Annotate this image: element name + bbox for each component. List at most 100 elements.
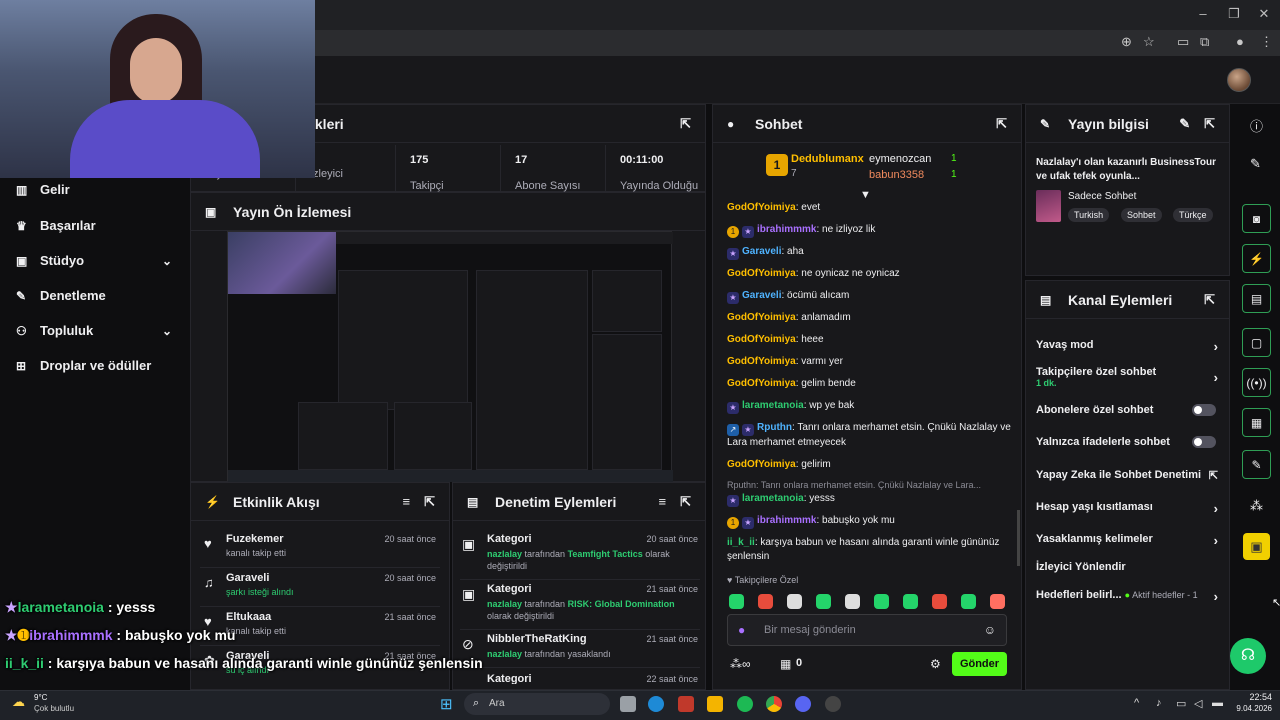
popout-icon[interactable]: ⇱	[996, 116, 1007, 132]
chrome-icon[interactable]	[766, 696, 782, 712]
support-icon[interactable]: ☊	[1230, 638, 1266, 674]
top-gifter-badge: 1	[766, 154, 788, 176]
tag[interactable]: Turkish	[1068, 208, 1110, 222]
microphone-icon[interactable]: ♪	[1156, 697, 1162, 709]
emote[interactable]	[816, 594, 831, 609]
bolt-icon[interactable]: ⚡	[1242, 244, 1271, 273]
popout-icon[interactable]: ⇱	[680, 116, 691, 132]
extensions-icon[interactable]: ⧉	[1200, 34, 1209, 50]
filter-icon[interactable]: ≡	[403, 494, 411, 509]
emote[interactable]	[961, 594, 976, 609]
send-button[interactable]: Gönder	[952, 652, 1007, 676]
chevron-right-icon: ›	[1213, 501, 1218, 516]
edge-icon[interactable]	[648, 696, 664, 712]
sidebar-item-topluluk[interactable]: ⚇ Topluluk ⌄	[16, 323, 176, 338]
app-icon[interactable]	[678, 696, 694, 712]
info-icon[interactable]: ⓘ	[1250, 116, 1263, 135]
sidebar-item-droplar[interactable]: ⊞ Droplar ve ödüller	[16, 358, 176, 373]
emote[interactable]	[932, 594, 947, 609]
list-item: ♥ Fuzekemer kanalı takip etti 20 saat ön…	[200, 530, 440, 568]
emote[interactable]	[729, 594, 744, 609]
battery-icon[interactable]: ▬	[1212, 697, 1223, 709]
avatar[interactable]	[1227, 68, 1251, 92]
emote[interactable]	[845, 594, 860, 609]
sidebar-item-studyo[interactable]: ▣ Stüdyo ⌄	[16, 253, 176, 268]
followers-chat-row[interactable]: Takipçilere özel sohbet › 1 dk.	[1036, 366, 1218, 388]
emote[interactable]	[758, 594, 773, 609]
chat-message: ★ larametanoia: yesss	[727, 492, 1017, 507]
edit-icon[interactable]: ✎	[1179, 116, 1190, 132]
goals-row[interactable]: Hedefleri belirl... ● Aktif hedefler - 1…	[1036, 589, 1218, 604]
ai-moderation-row[interactable]: Yapay Zeka ile Sohbet Denetimi ⇱	[1036, 469, 1218, 482]
emote-only-toggle[interactable]	[1192, 436, 1216, 448]
raid-row[interactable]: İzleyici Yönlendir	[1036, 561, 1218, 573]
channel-icon: ▤	[1040, 292, 1052, 307]
discord-icon[interactable]	[795, 696, 811, 712]
tag[interactable]: Sohbet	[1121, 208, 1162, 222]
tray-chevron-icon[interactable]: ^	[1134, 697, 1139, 709]
points-icon[interactable]: ⁂∞	[730, 657, 751, 671]
sidebar-item-basarilar[interactable]: ♛ Başarılar	[16, 218, 176, 233]
banned-words-row[interactable]: Yasaklanmış kelimeler ›	[1036, 533, 1218, 548]
stream-preview-video[interactable]	[227, 231, 673, 482]
chat-scrollbar[interactable]	[1017, 510, 1020, 566]
gear-icon[interactable]: ⚙	[930, 657, 941, 671]
task-view-icon[interactable]	[620, 696, 636, 712]
record-icon[interactable]: ◙	[1242, 204, 1271, 233]
heart-icon: ♥	[727, 575, 735, 585]
maximize-icon[interactable]: ❐	[1224, 6, 1244, 22]
top-gifter-name[interactable]: Dedublumanx	[791, 153, 864, 165]
sidebar-item-denetleme[interactable]: ✎ Denetleme	[16, 288, 176, 303]
microphone-icon[interactable]: ●	[738, 623, 745, 637]
subscribers-chat-toggle[interactable]	[1192, 404, 1216, 416]
emote[interactable]	[990, 594, 1005, 609]
obs-icon[interactable]	[825, 696, 841, 712]
chat-input-placeholder: Bir mesaj gönderin	[764, 624, 856, 636]
stats-title: ikleri	[311, 115, 344, 132]
menu-icon[interactable]: ⋮	[1260, 34, 1273, 50]
document-icon[interactable]: ▤	[1242, 284, 1271, 313]
network-icon[interactable]: ▭	[1176, 697, 1186, 710]
gifter-name[interactable]: babun3358	[869, 169, 924, 181]
popout-icon[interactable]: ⇱	[1204, 292, 1215, 308]
cast-icon[interactable]: ▭	[1177, 34, 1189, 50]
sidebar-item-gelir[interactable]: ▥ Gelir	[16, 182, 176, 197]
bookmark-star-icon[interactable]: ☆	[1143, 34, 1155, 50]
wrench-icon[interactable]: ✎	[1242, 450, 1271, 479]
account-age-row[interactable]: Hesap yaşı kısıtlaması ›	[1036, 501, 1218, 516]
clapper-icon[interactable]: ▣	[1243, 533, 1270, 560]
gifter-name[interactable]: eymenozcan	[869, 153, 931, 165]
expand-gifters-icon[interactable]: ▼	[860, 189, 871, 201]
emote[interactable]	[903, 594, 918, 609]
popout-icon[interactable]: ⇱	[424, 494, 435, 510]
profile-icon[interactable]: ●	[1236, 34, 1244, 49]
chat-input[interactable]: ● Bir mesaj gönderin ☺	[727, 614, 1007, 646]
edit-icon[interactable]: ✎	[1250, 156, 1261, 172]
stream-category[interactable]: Sadece Sohbet	[1068, 191, 1136, 202]
category-thumbnail[interactable]	[1036, 190, 1061, 222]
chat-icon[interactable]: ▢	[1242, 328, 1271, 357]
close-icon[interactable]: ✕	[1254, 6, 1274, 22]
broadcast-icon[interactable]: ((•))	[1242, 368, 1271, 397]
taskbar-search[interactable]: ⌕ Ara	[464, 693, 610, 715]
zoom-icon[interactable]: ⊕	[1121, 34, 1132, 50]
channel-icon[interactable]: ▦	[1242, 408, 1271, 437]
popout-icon[interactable]: ⇱	[1204, 116, 1215, 132]
volume-icon[interactable]: ◁	[1194, 697, 1202, 710]
popout-icon[interactable]: ⇱	[680, 494, 691, 510]
folder-icon[interactable]	[707, 696, 723, 712]
followers-only-label: ♥ Takipçilere Özel	[727, 575, 799, 585]
spotify-icon[interactable]	[737, 696, 753, 712]
emoji-icon[interactable]: ☺	[984, 623, 996, 637]
connections-icon[interactable]: ⁂	[1250, 498, 1263, 514]
store-icon[interactable]: ▦	[780, 657, 791, 671]
weather-icon[interactable]: ☁	[12, 694, 25, 710]
document-icon: ▤	[467, 494, 479, 509]
emote[interactable]	[874, 594, 889, 609]
slow-mode-row[interactable]: Yavaş mod ›	[1036, 339, 1218, 354]
start-icon[interactable]: ⊞	[440, 695, 453, 713]
emote[interactable]	[787, 594, 802, 609]
tag[interactable]: Türkçe	[1173, 208, 1213, 222]
minimize-icon[interactable]: –	[1193, 6, 1213, 21]
filter-icon[interactable]: ≡	[659, 494, 667, 509]
